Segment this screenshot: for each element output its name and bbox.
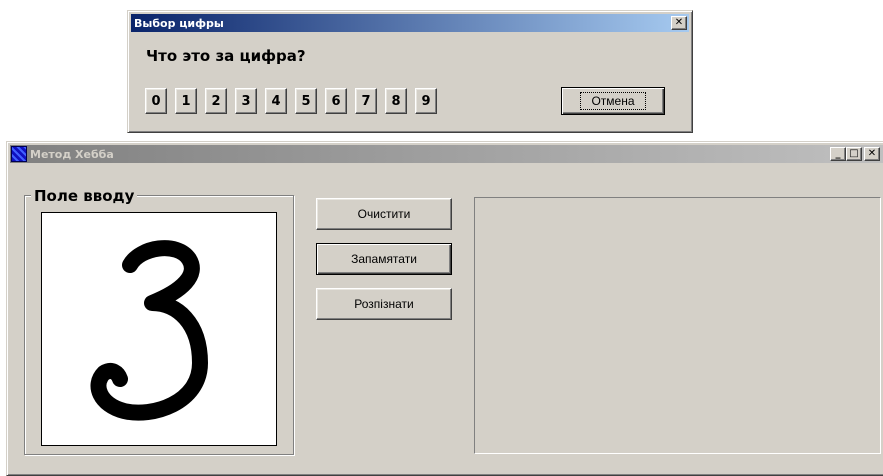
- output-panel: [474, 197, 881, 454]
- digit-label: 0: [151, 93, 161, 109]
- app-icon: [11, 146, 27, 162]
- digit-button-5[interactable]: 5: [295, 88, 317, 114]
- digit-button-7[interactable]: 7: [355, 88, 377, 114]
- digit-label: 8: [391, 93, 401, 109]
- maximize-icon: □: [849, 148, 859, 159]
- input-field-group-label: Поле вводу: [31, 187, 138, 205]
- recognize-button[interactable]: Розпізнати: [316, 288, 452, 320]
- digit-label: 9: [421, 93, 431, 109]
- drawing-canvas[interactable]: [41, 212, 277, 446]
- digit-label: 3: [241, 93, 251, 109]
- remember-button[interactable]: Запамятати: [316, 243, 452, 275]
- dialog-question: Что это за цифра?: [146, 47, 306, 65]
- main-titlebar[interactable]: Метод Хебба _ □ ✕: [10, 145, 883, 163]
- close-icon: ✕: [867, 148, 877, 159]
- digit-button-3[interactable]: 3: [235, 88, 257, 114]
- remember-label: Запамятати: [351, 252, 417, 266]
- digit-button-8[interactable]: 8: [385, 88, 407, 114]
- minimize-button[interactable]: _: [830, 147, 846, 161]
- digit-button-9[interactable]: 9: [415, 88, 437, 114]
- digit-label: 5: [301, 93, 311, 109]
- main-window: Метод Хебба _ □ ✕ Поле вводу Очистити За…: [6, 141, 883, 476]
- clear-label: Очистити: [357, 207, 411, 221]
- dialog-title: Выбор цифры: [134, 16, 224, 30]
- dialog-close-button[interactable]: ✕: [671, 16, 687, 30]
- digit-button-4[interactable]: 4: [265, 88, 287, 114]
- digit-button-1[interactable]: 1: [175, 88, 197, 114]
- digit-dialog: Выбор цифры ✕ Что это за цифра? 0 1 2 3 …: [127, 10, 693, 133]
- digit-label: 1: [181, 93, 191, 109]
- maximize-button[interactable]: □: [846, 147, 862, 161]
- minimize-icon: _: [835, 148, 841, 159]
- digit-button-6[interactable]: 6: [325, 88, 347, 114]
- digit-button-0[interactable]: 0: [145, 88, 167, 114]
- digit-label: 4: [271, 93, 281, 109]
- main-title: Метод Хебба: [30, 147, 114, 161]
- digit-button-2[interactable]: 2: [205, 88, 227, 114]
- close-icon: ✕: [674, 17, 684, 28]
- clear-button[interactable]: Очистити: [316, 198, 452, 230]
- dialog-titlebar[interactable]: Выбор цифры ✕: [131, 14, 689, 32]
- drawn-digit-image: [90, 240, 208, 421]
- close-button[interactable]: ✕: [864, 147, 880, 161]
- cancel-button[interactable]: Отмена: [561, 87, 665, 115]
- digit-label: 7: [361, 93, 371, 109]
- digit-label: 6: [331, 93, 341, 109]
- recognize-label: Розпізнати: [354, 297, 414, 311]
- cancel-label: Отмена: [580, 92, 646, 110]
- digit-label: 2: [211, 93, 221, 109]
